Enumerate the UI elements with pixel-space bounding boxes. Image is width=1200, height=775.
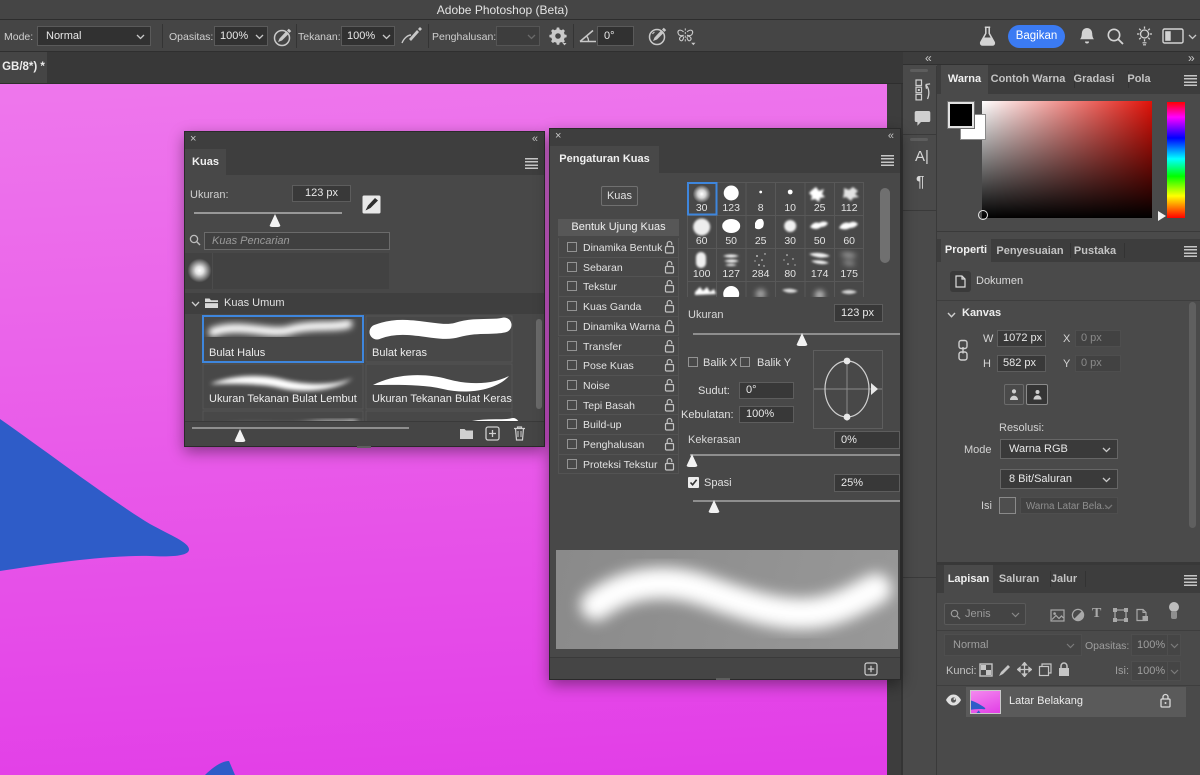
svg-text:25: 25 [814, 202, 826, 214]
svg-text:60: 60 [696, 235, 708, 247]
svg-text:127: 127 [722, 268, 740, 280]
svg-text:112: 112 [841, 202, 858, 214]
svg-text:175: 175 [840, 268, 858, 280]
svg-text:30: 30 [696, 202, 708, 214]
svg-text:60: 60 [843, 235, 855, 247]
svg-text:10: 10 [784, 202, 796, 214]
svg-text:284: 284 [752, 268, 770, 280]
svg-text:30: 30 [784, 235, 796, 247]
svg-text:50: 50 [814, 235, 826, 247]
svg-text:80: 80 [784, 268, 796, 280]
svg-text:123: 123 [722, 202, 740, 214]
svg-text:50: 50 [725, 235, 737, 247]
svg-text:8: 8 [758, 202, 764, 214]
svg-text:174: 174 [811, 268, 829, 280]
svg-text:100: 100 [693, 268, 711, 280]
svg-text:25: 25 [755, 235, 767, 247]
